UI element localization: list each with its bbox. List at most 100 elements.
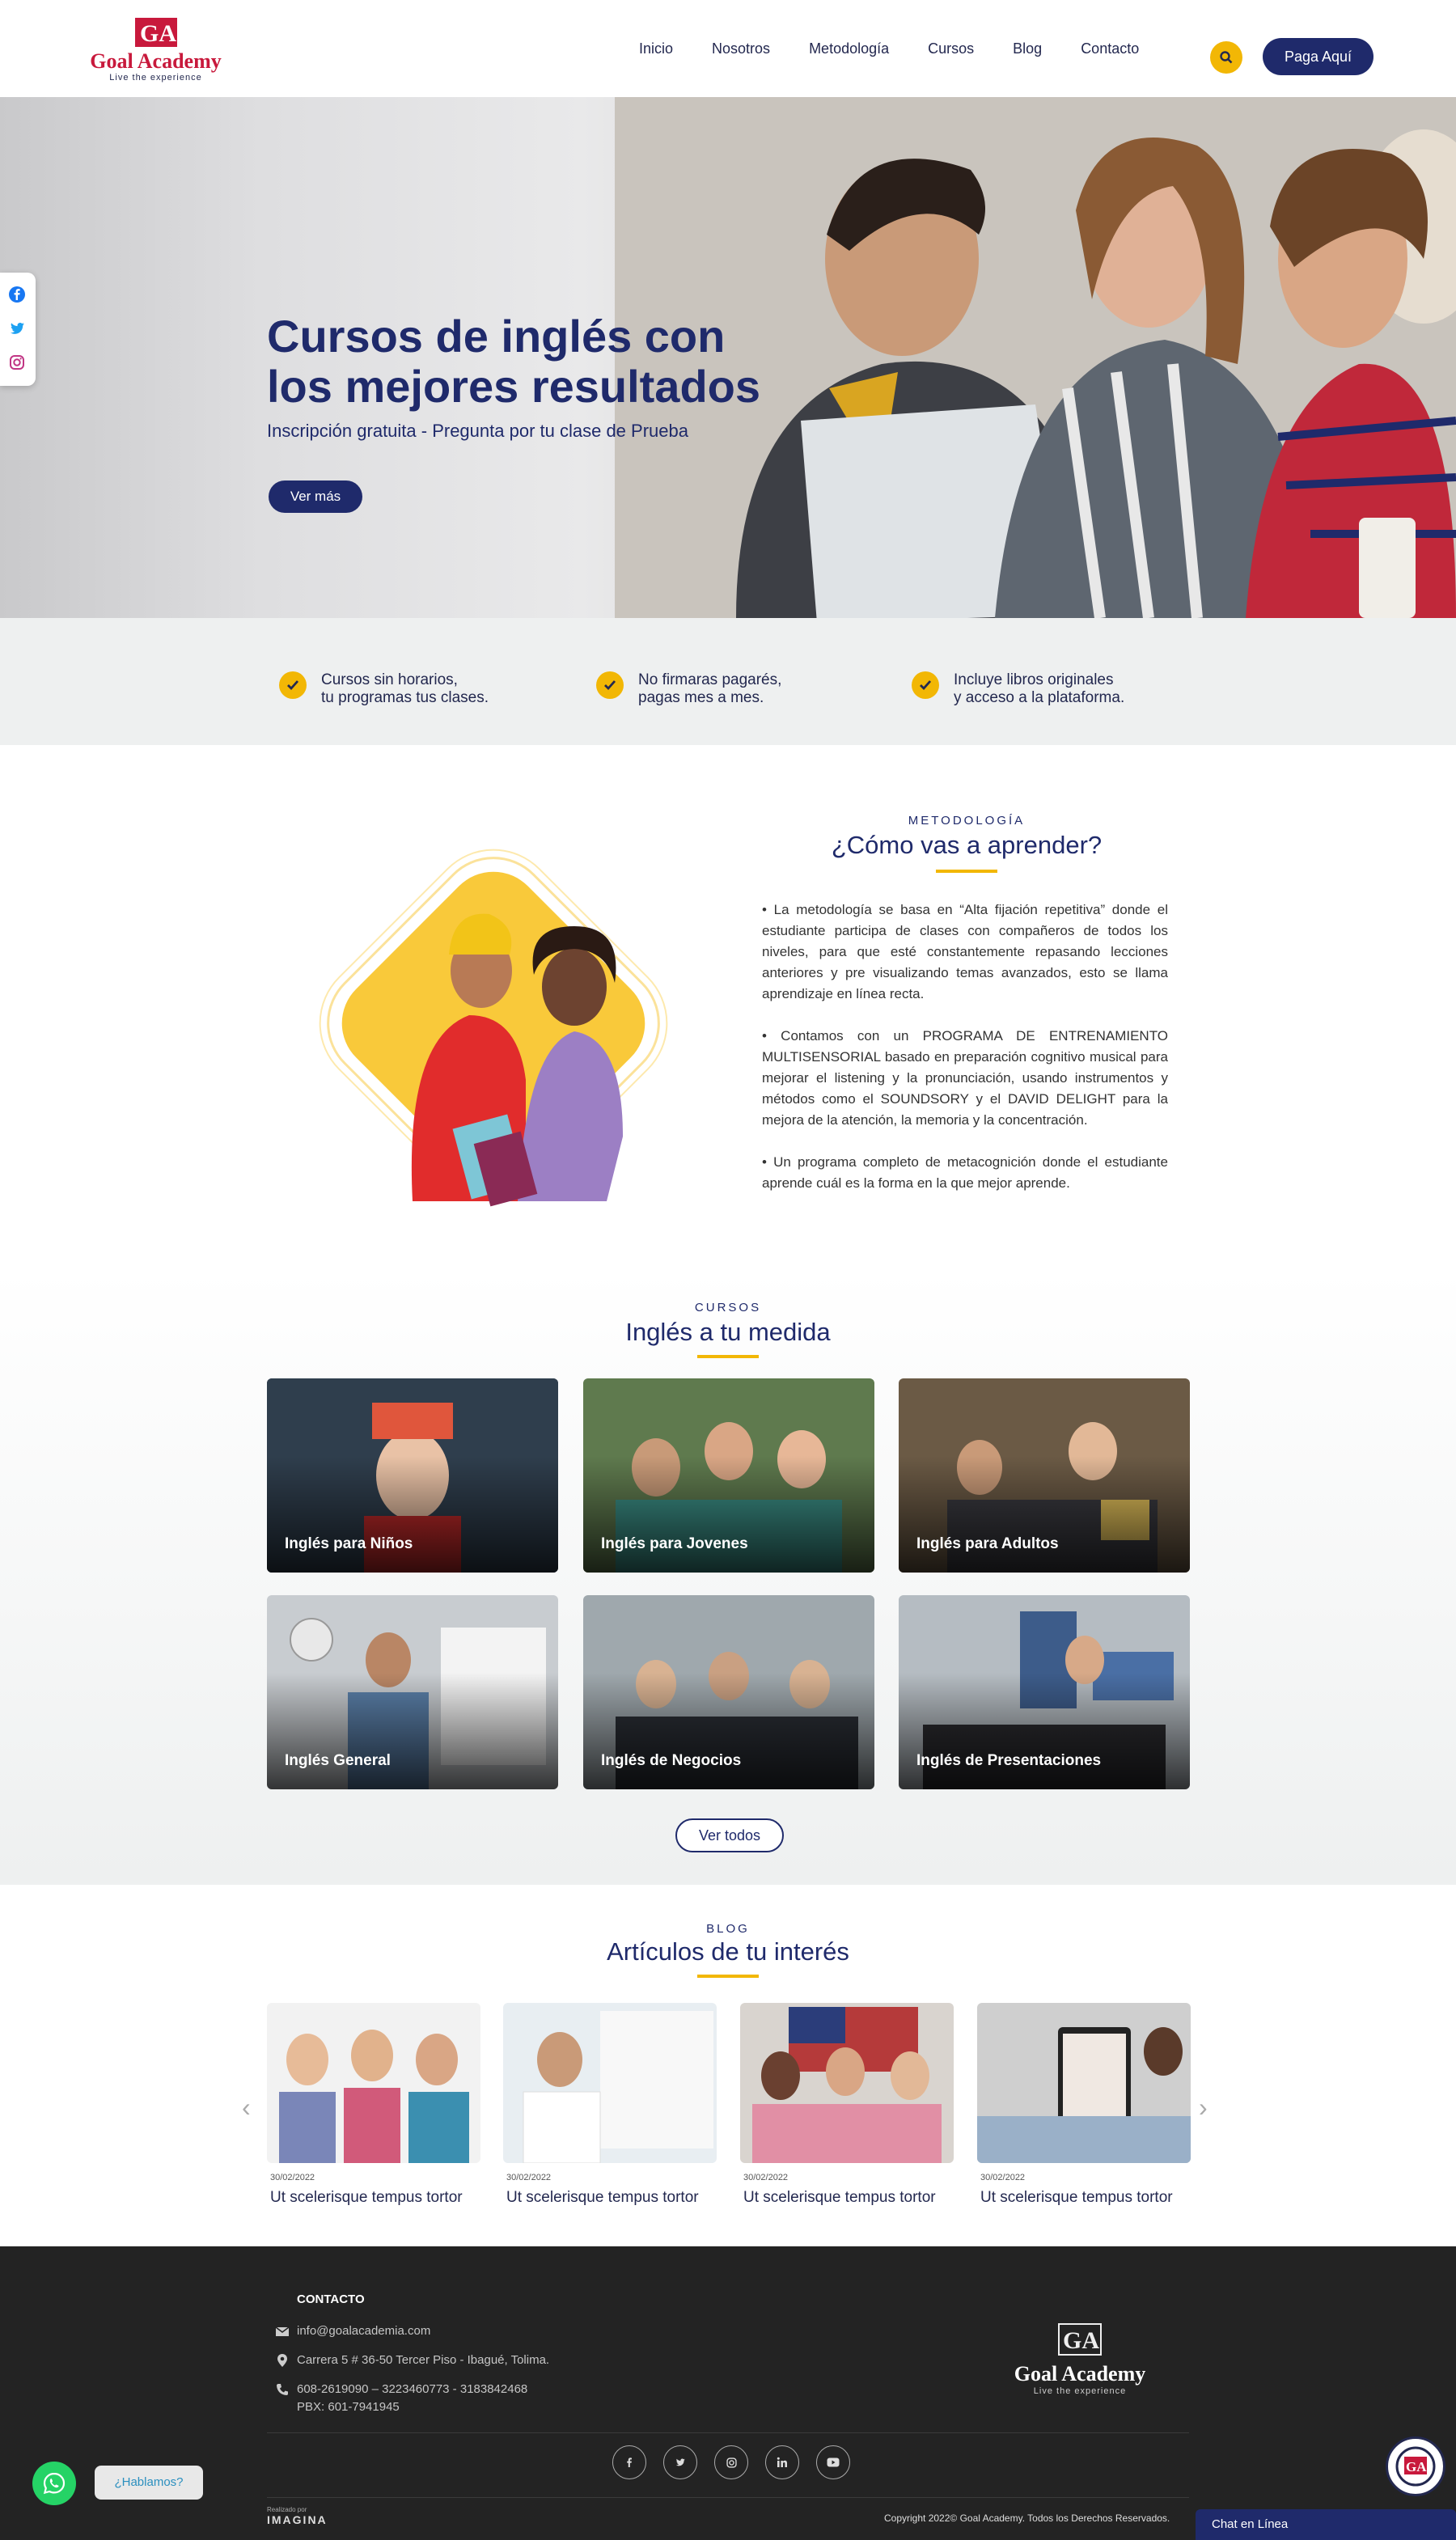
blog-date: 30/02/2022	[506, 2173, 552, 2182]
course-label: Inglés General	[285, 1752, 391, 1769]
blog-card[interactable]: 30/02/2022 Ut scelerisque tempus tortor	[503, 2003, 717, 2207]
course-label: Inglés de Negocios	[601, 1752, 742, 1769]
footer-instagram[interactable]	[714, 2445, 748, 2479]
logo-title: Goal Academy	[90, 49, 222, 73]
blog-card[interactable]: 30/02/2022 Ut scelerisque tempus tortor	[740, 2003, 954, 2207]
blog-photo	[503, 2003, 717, 2163]
twitter-icon	[675, 2458, 685, 2466]
site-footer: CONTACTO info@goalacademia.com Carrera 5…	[0, 2246, 1456, 2540]
search-icon	[1220, 51, 1233, 64]
nav-inicio[interactable]: Inicio	[639, 40, 673, 57]
hero-ver-mas-button[interactable]: Ver más	[269, 480, 362, 513]
facebook-icon[interactable]	[8, 286, 26, 303]
benefit-line: pagas mes a mes.	[638, 689, 764, 706]
blog-title[interactable]: Ut scelerisque tempus tortor	[980, 2189, 1191, 2207]
location-pin-icon	[277, 2354, 287, 2367]
footer-twitter[interactable]	[663, 2445, 697, 2479]
courses-title: Inglés a tu medida	[625, 1318, 831, 1346]
footer-phone: 608-2619090 – 3223460773 - 3183842468	[297, 2382, 528, 2396]
instagram-icon	[726, 2457, 737, 2468]
footer-email-row: info@goalacademia.com	[275, 2322, 430, 2340]
methodology-paragraph: • La metodología se basa en “Alta fijaci…	[762, 902, 1168, 1001]
carousel-prev-arrow[interactable]: ‹	[242, 2093, 251, 2123]
blog-photo	[267, 2003, 480, 2163]
blog-card[interactable]: 30/02/2022 Ut scelerisque tempus tortor	[977, 2003, 1191, 2207]
nav-contacto[interactable]: Contacto	[1081, 40, 1139, 57]
benefit-item: Incluye libros originales y acceso a la p…	[912, 671, 1148, 707]
logo-mark-icon: GA	[1058, 2323, 1102, 2356]
made-by-logo[interactable]: Realizado por IMAGINA	[267, 2506, 356, 2532]
twitter-icon[interactable]	[8, 320, 26, 337]
benefits-strip: Cursos sin horarios, tu programas tus cla…	[0, 618, 1456, 745]
title-underline	[697, 1975, 759, 1978]
methodology-image	[319, 849, 668, 1207]
methodology-eyebrow: METODOLOGÍA	[908, 814, 1026, 828]
main-nav: Inicio Nosotros Metodología Cursos Blog …	[639, 40, 1178, 57]
pay-button[interactable]: Paga Aquí	[1263, 38, 1373, 75]
blog-heading: BLOG Artículos de tu interés	[566, 1922, 890, 1978]
course-card-presentaciones[interactable]: Inglés de Presentaciones	[899, 1595, 1190, 1789]
check-icon	[279, 671, 307, 699]
footer-divider	[267, 2432, 1189, 2433]
course-card-negocios[interactable]: Inglés de Negocios	[583, 1595, 874, 1789]
whatsapp-icon	[43, 2472, 66, 2495]
blog-title[interactable]: Ut scelerisque tempus tortor	[506, 2189, 717, 2207]
courses-eyebrow: CURSOS	[694, 1301, 762, 1314]
methodology-paragraph: • Un programa completo de metacognición …	[762, 1154, 1168, 1191]
site-header: GA Goal Academy Live the experience Inic…	[0, 0, 1456, 97]
title-underline	[697, 1355, 759, 1358]
footer-address-row: Carrera 5 # 36-50 Tercer Piso - Ibagué, …	[275, 2352, 549, 2369]
footer-linkedin[interactable]	[765, 2445, 799, 2479]
blog-date: 30/02/2022	[270, 2173, 315, 2182]
title-underline	[936, 870, 997, 873]
social-side-tab	[0, 273, 36, 386]
whatsapp-button[interactable]	[32, 2462, 76, 2505]
footer-logo[interactable]: GA Goal Academy Live the experience	[1003, 2321, 1157, 2396]
blog-photo	[740, 2003, 954, 2163]
phone-icon	[277, 2384, 288, 2395]
blog-title[interactable]: Ut scelerisque tempus tortor	[270, 2189, 480, 2207]
blog-title: Artículos de tu interés	[607, 1937, 849, 1966]
course-label: Inglés para Niños	[285, 1535, 413, 1552]
chat-online-bar[interactable]: Chat en Línea	[1196, 2509, 1456, 2540]
chat-avatar[interactable]: GA	[1386, 2436, 1445, 2496]
search-button[interactable]	[1210, 41, 1242, 74]
hero-subtitle: Inscripción gratuita - Pregunta por tu c…	[267, 421, 688, 441]
whatsapp-bubble[interactable]: ¿Hablamos?	[95, 2466, 203, 2500]
carousel-next-arrow[interactable]: ›	[1199, 2093, 1208, 2123]
footer-facebook[interactable]	[612, 2445, 646, 2479]
benefit-line: Incluye libros originales	[954, 671, 1114, 688]
made-by-label: Realizado por	[267, 2506, 307, 2513]
nav-cursos[interactable]: Cursos	[928, 40, 974, 57]
footer-logo-title: Goal Academy	[1014, 2362, 1146, 2385]
instagram-icon[interactable]	[8, 353, 26, 371]
course-card-jovenes[interactable]: Inglés para Jovenes	[583, 1378, 874, 1573]
methodology-paragraph: • Contamos con un PROGRAMA DE ENTRENAMIE…	[762, 1028, 1168, 1128]
nav-metodologia[interactable]: Metodología	[809, 40, 889, 57]
footer-youtube[interactable]	[816, 2445, 850, 2479]
blog-title[interactable]: Ut scelerisque tempus tortor	[743, 2189, 954, 2207]
svg-text:GA: GA	[1406, 2459, 1427, 2474]
blog-date: 30/02/2022	[743, 2173, 789, 2182]
course-card-ninos[interactable]: Inglés para Niños	[267, 1378, 558, 1573]
hero-banner: Cursos de inglés con los mejores resulta…	[0, 97, 1456, 618]
youtube-icon	[827, 2457, 840, 2467]
nav-blog[interactable]: Blog	[1013, 40, 1042, 57]
blog-date: 30/02/2022	[980, 2173, 1026, 2182]
footer-copyright: Copyright 2022© Goal Academy. Todos los …	[884, 2512, 1170, 2524]
blog-card[interactable]: 30/02/2022 Ut scelerisque tempus tortor	[267, 2003, 480, 2207]
site-logo[interactable]: GA Goal Academy Live the experience	[89, 15, 222, 86]
course-card-general[interactable]: Inglés General	[267, 1595, 558, 1789]
envelope-icon	[275, 2326, 290, 2336]
course-label: Inglés de Presentaciones	[916, 1752, 1102, 1769]
nav-nosotros[interactable]: Nosotros	[712, 40, 770, 57]
ver-todos-button[interactable]: Ver todos	[675, 1818, 784, 1852]
courses-section	[0, 1270, 1456, 1885]
footer-email[interactable]: info@goalacademia.com	[297, 2322, 430, 2340]
facebook-icon	[627, 2457, 632, 2467]
logo-mark-icon: GA	[134, 18, 177, 47]
benefit-line: No firmaras pagarés,	[638, 671, 782, 688]
made-by-name: IMAGINA	[267, 2513, 328, 2526]
course-card-adultos[interactable]: Inglés para Adultos	[899, 1378, 1190, 1573]
footer-logo-tagline: Live the experience	[1033, 2386, 1127, 2396]
